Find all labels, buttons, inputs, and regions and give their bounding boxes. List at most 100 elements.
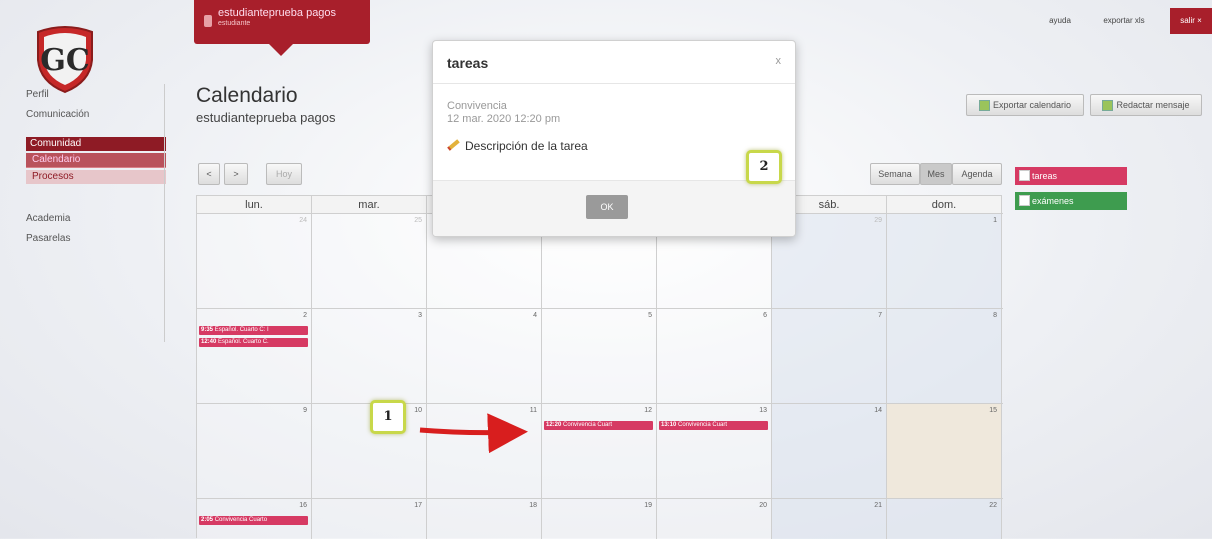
- task-description: Descripción de la tarea: [465, 139, 588, 153]
- view-week-button[interactable]: Semana: [870, 163, 920, 185]
- user-role: estudiante: [218, 20, 251, 27]
- calendar-day-cell[interactable]: 14: [772, 404, 887, 499]
- next-month-button[interactable]: >: [224, 163, 248, 185]
- day-number: 21: [874, 502, 882, 509]
- day-number: 3: [418, 312, 422, 319]
- calendar-day-cell[interactable]: 25: [312, 214, 427, 309]
- help-link[interactable]: ayuda: [1038, 8, 1082, 34]
- nav-item-pasarelas[interactable]: Pasarelas: [26, 232, 70, 246]
- legend-exams-label: exámenes: [1032, 196, 1074, 206]
- day-number: 18: [529, 502, 537, 509]
- calendar-day-cell[interactable]: 3: [312, 309, 427, 404]
- checkbox-icon: [1019, 195, 1030, 207]
- day-number: 9: [303, 407, 307, 414]
- calendar-day-cell[interactable]: 1: [887, 214, 1002, 309]
- user-name: estudianteprueba pagos: [218, 7, 337, 19]
- day-number: 2: [303, 312, 307, 319]
- logout-button[interactable]: salir ×: [1170, 8, 1212, 34]
- checkbox-icon: [1019, 170, 1030, 182]
- task-subject: Convivencia: [447, 100, 507, 112]
- calendar-day-cell[interactable]: 9: [197, 404, 312, 499]
- event-time: 2:05: [201, 517, 214, 523]
- day-number: 1: [993, 217, 997, 224]
- export-xls-link[interactable]: exportar xls: [1088, 8, 1160, 34]
- task-description-row: Descripción de la tarea: [447, 139, 588, 153]
- calendar-day-cell[interactable]: 21: [772, 499, 887, 539]
- calendar-day-cell[interactable]: 13 13:10 Convivencia Cuart: [657, 404, 772, 499]
- day-number: 5: [648, 312, 652, 319]
- lock-icon: [204, 15, 212, 27]
- calendar-day-cell[interactable]: 6: [657, 309, 772, 404]
- legend-exams-toggle[interactable]: exámenes: [1015, 192, 1127, 210]
- view-month-button[interactable]: Mes: [920, 163, 952, 185]
- calendar-day-cell[interactable]: 18: [427, 499, 542, 539]
- day-number: 17: [414, 502, 422, 509]
- day-number: 22: [989, 502, 997, 509]
- calendar-day-cell[interactable]: 16 2:05 Convivencia Cuarto: [197, 499, 312, 539]
- calendar-day-cell[interactable]: 12 12:20 Convivencia Cuart: [542, 404, 657, 499]
- calendar-day-cell[interactable]: 20: [657, 499, 772, 539]
- day-number: 6: [763, 312, 767, 319]
- legend-tasks-toggle[interactable]: tareas: [1015, 167, 1127, 185]
- legend-tasks-label: tareas: [1032, 171, 1058, 181]
- calendar-day-cell[interactable]: 15: [887, 404, 1002, 499]
- dayname-header: lun.: [197, 195, 312, 213]
- page-subtitle: estudianteprueba pagos: [196, 110, 336, 125]
- calendar-week-row: 9 10 11 12 12:20 Convivencia Cuart 13 13:10 Co…: [197, 403, 1003, 499]
- school-crest-logo: GC: [37, 26, 93, 94]
- calendar-week-row: 16 2:05 Convivencia Cuarto 17 18 19 20 21 22: [197, 498, 1003, 539]
- event-title: Español. Cuarto C.: [218, 339, 269, 345]
- nav-subitem-procesos[interactable]: Procesos: [26, 170, 166, 184]
- nav-item-perfil[interactable]: Perfil: [26, 88, 49, 102]
- annotation-badge-1: 1: [370, 400, 406, 434]
- nav-item-comunidad[interactable]: Comunidad: [26, 137, 166, 151]
- day-number: 12: [644, 407, 652, 414]
- user-menu-tab[interactable]: estudianteprueba pagos estudiante: [194, 0, 370, 56]
- calendar-day-cell[interactable]: 2 9:35 Español. Cuarto C: I 12:40 Español.…: [197, 309, 312, 404]
- calendar-day-cell[interactable]: 7: [772, 309, 887, 404]
- calendar-day-cell[interactable]: 4: [427, 309, 542, 404]
- prev-month-button[interactable]: <: [198, 163, 220, 185]
- calendar-event[interactable]: 12:20 Convivencia Cuart: [544, 421, 653, 430]
- ok-button[interactable]: OK: [586, 195, 628, 219]
- event-title: Convivencia Cuart: [678, 422, 728, 428]
- calendar-day-cell[interactable]: 11: [427, 404, 542, 499]
- calendar-day-cell[interactable]: 24: [197, 214, 312, 309]
- export-calendar-button[interactable]: Exportar calendario: [966, 94, 1084, 116]
- annotation-badge-2: 2: [746, 150, 782, 184]
- day-number: 20: [759, 502, 767, 509]
- event-title: Convivencia Cuarto: [214, 517, 268, 523]
- day-number: 19: [644, 502, 652, 509]
- calendar-event[interactable]: 9:35 Español. Cuarto C: I: [199, 326, 308, 335]
- calendar-event[interactable]: 13:10 Convivencia Cuart: [659, 421, 768, 430]
- page-title: Calendario: [196, 84, 298, 107]
- nav-subitem-calendario[interactable]: Calendario: [26, 153, 166, 168]
- export-icon: [978, 100, 990, 112]
- nav-item-academia[interactable]: Academia: [26, 212, 70, 226]
- event-time: 12:40: [201, 339, 217, 345]
- svg-text:GC: GC: [40, 43, 90, 78]
- calendar-event[interactable]: 2:05 Convivencia Cuarto: [199, 516, 308, 525]
- event-time: 9:35: [201, 327, 214, 333]
- modal-footer: OK: [433, 180, 795, 236]
- day-number: 15: [989, 407, 997, 414]
- calendar-day-cell[interactable]: 22: [887, 499, 1002, 539]
- event-title: Español. Cuarto C: I: [214, 327, 269, 333]
- day-number: 25: [414, 217, 422, 224]
- day-number: 13: [759, 407, 767, 414]
- view-agenda-button[interactable]: Agenda: [952, 163, 1002, 185]
- modal-close-button[interactable]: x: [776, 55, 782, 67]
- day-number: 4: [533, 312, 537, 319]
- calendar-day-cell[interactable]: 17: [312, 499, 427, 539]
- calendar-day-cell[interactable]: 5: [542, 309, 657, 404]
- day-number: 10: [414, 407, 422, 414]
- calendar-day-cell[interactable]: 8: [887, 309, 1002, 404]
- today-button[interactable]: Hoy: [266, 163, 302, 185]
- month-calendar: lun.mar.mié.jue.vie.sáb.dom. 24252627282…: [196, 195, 1004, 539]
- calendar-event[interactable]: 12:40 Español. Cuarto C.: [199, 338, 308, 347]
- calendar-day-cell[interactable]: 19: [542, 499, 657, 539]
- compose-message-button[interactable]: Redactar mensaje: [1090, 94, 1202, 116]
- compose-message-label: Redactar mensaje: [1116, 100, 1190, 110]
- sidebar-divider: [164, 84, 165, 342]
- nav-item-comunicacion[interactable]: Comunicación: [26, 108, 89, 122]
